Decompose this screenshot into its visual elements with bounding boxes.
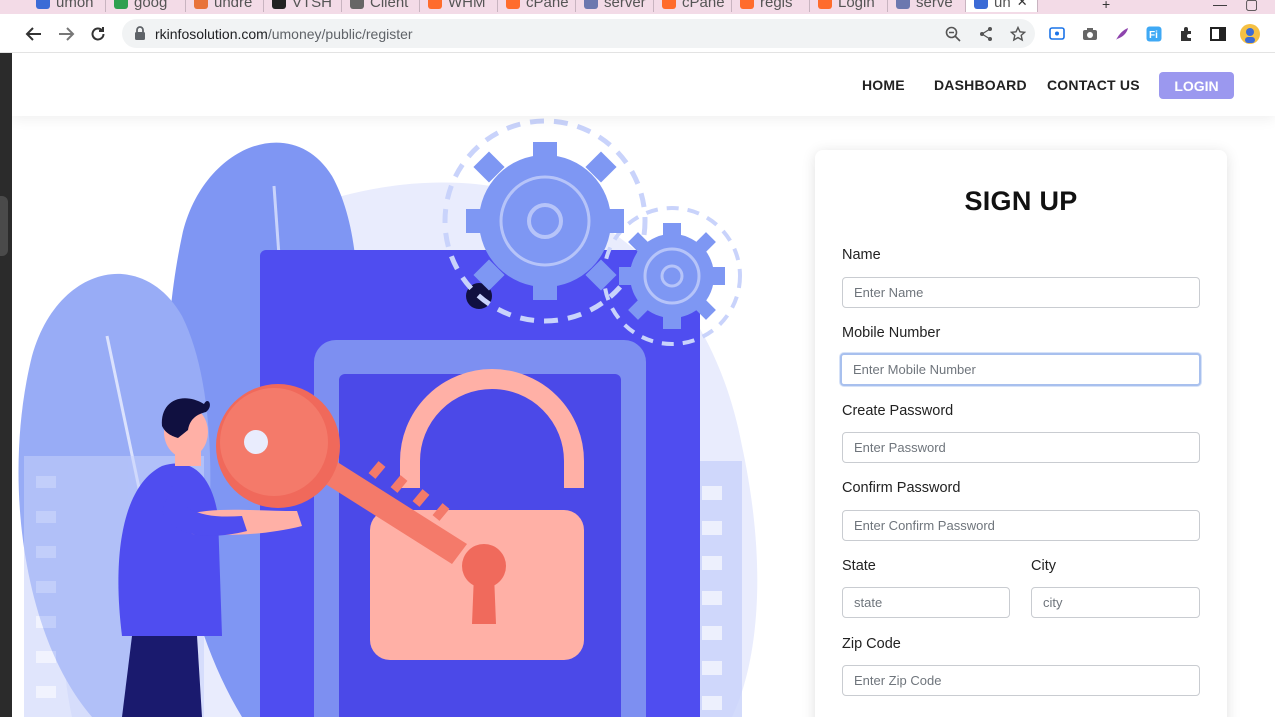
browser-tab[interactable]: server: [576, 0, 654, 12]
tab-title: undre: [214, 0, 253, 11]
browser-tab[interactable]: umon: [28, 0, 106, 12]
state-input[interactable]: state: [842, 587, 1010, 618]
reload-icon: [91, 27, 105, 41]
tab-title: server: [604, 0, 646, 11]
tab-favicon-icon: [272, 0, 286, 9]
browser-tab[interactable]: WHM: [420, 0, 498, 12]
url-text: rkinfosolution.com/umoney/public/registe…: [155, 26, 413, 42]
reload-button[interactable]: [86, 22, 110, 46]
password-input[interactable]: Enter Password: [842, 432, 1200, 463]
name-input[interactable]: Enter Name: [842, 277, 1200, 308]
browser-tab-strip: umon goog undre VTSH Client WHM cPane server cPa…: [0, 0, 1275, 14]
extension-screen-icon[interactable]: [1048, 25, 1066, 43]
back-button[interactable]: [22, 22, 46, 46]
tab-title: un: [994, 0, 1011, 11]
city-input[interactable]: city: [1031, 587, 1200, 618]
puzzle-icon[interactable]: [1177, 25, 1195, 43]
new-tab-icon[interactable]: +: [1102, 0, 1110, 12]
tab-close-icon[interactable]: ✕: [1017, 0, 1028, 10]
tab-title: umon: [56, 0, 94, 11]
browser-tab[interactable]: undre: [186, 0, 264, 12]
tab-title: VTSH: [292, 0, 333, 11]
browser-tab[interactable]: Login: [810, 0, 888, 12]
tab-title: cPane: [682, 0, 725, 11]
web-page: HOME DASHBOARD CONTACT US LOGIN SIGN UP …: [12, 53, 1275, 717]
gear-small: [619, 223, 725, 329]
tab-favicon-icon: [896, 0, 910, 9]
browser-tab[interactable]: un ✕: [966, 0, 1038, 12]
tab-favicon-icon: [350, 0, 364, 9]
browser-tab[interactable]: goog: [106, 0, 186, 12]
zip-input[interactable]: Enter Zip Code: [842, 665, 1200, 696]
tab-favicon-icon: [114, 0, 128, 9]
tab-favicon-icon: [974, 0, 988, 9]
tab-title: goog: [134, 0, 168, 11]
browser-tab[interactable]: VTSH: [264, 0, 342, 12]
security-illustration: [18, 118, 758, 717]
mobile-input[interactable]: Enter Mobile Number: [840, 353, 1201, 386]
state-label: State: [842, 558, 876, 574]
forward-button[interactable]: [54, 22, 78, 46]
camera-icon[interactable]: [1081, 25, 1099, 43]
tab-favicon-icon: [428, 0, 442, 9]
share-icon[interactable]: [978, 26, 994, 42]
minimize-icon[interactable]: —: [1213, 0, 1227, 12]
browser-tab[interactable]: cPane: [498, 0, 576, 12]
confirm-password-input[interactable]: Enter Confirm Password: [842, 510, 1200, 541]
tab-favicon-icon: [194, 0, 208, 9]
tab-favicon-icon: [740, 0, 754, 9]
confirm-password-label: Confirm Password: [842, 480, 961, 496]
signup-card: SIGN UP Name Enter Name Mobile Number En…: [815, 150, 1227, 717]
browser-tab[interactable]: cPane: [654, 0, 732, 12]
nav-contact-link[interactable]: CONTACT US: [1047, 77, 1140, 93]
arrow-left-icon: [25, 27, 41, 41]
tab-title: cPane: [526, 0, 569, 11]
tab-favicon-icon: [584, 0, 598, 9]
login-button[interactable]: LOGIN: [1159, 72, 1234, 99]
zip-label: Zip Code: [842, 636, 901, 652]
svg-text:Fi: Fi: [1149, 30, 1158, 41]
tab-favicon-icon: [818, 0, 832, 9]
feather-icon[interactable]: [1113, 25, 1131, 43]
name-label: Name: [842, 247, 881, 263]
fi-extension-icon[interactable]: Fi: [1145, 25, 1163, 43]
desktop-edge: [0, 53, 12, 717]
tab-title: serve: [916, 0, 953, 11]
arrow-right-icon: [59, 27, 75, 41]
maximize-icon[interactable]: ▢: [1245, 0, 1258, 13]
site-navbar: HOME DASHBOARD CONTACT US LOGIN: [12, 53, 1275, 116]
lock-icon: [135, 26, 145, 40]
tab-title: WHM: [448, 0, 486, 11]
browser-tab[interactable]: serve: [888, 0, 966, 12]
tab-favicon-icon: [662, 0, 676, 9]
profile-avatar[interactable]: [1240, 24, 1260, 44]
gear-large: [466, 142, 624, 300]
browser-tab[interactable]: regis: [732, 0, 810, 12]
tab-title: regis: [760, 0, 793, 11]
tab-favicon-icon: [36, 0, 50, 9]
signup-title: SIGN UP: [964, 186, 1078, 216]
browser-tab[interactable]: Client: [342, 0, 420, 12]
tab-favicon-icon: [506, 0, 520, 9]
tab-title: Client: [370, 0, 409, 11]
building-right: [694, 461, 742, 717]
nav-dashboard-link[interactable]: DASHBOARD: [934, 77, 1027, 93]
bookmark-star-icon[interactable]: [1010, 26, 1026, 42]
browser-toolbar: rkinfosolution.com/umoney/public/registe…: [0, 14, 1275, 53]
nav-home-link[interactable]: HOME: [862, 77, 905, 93]
zoom-icon[interactable]: [945, 26, 961, 42]
mobile-label: Mobile Number: [842, 325, 941, 341]
dock-handle: [0, 196, 8, 256]
tab-title: Login: [838, 0, 875, 11]
side-panel-icon[interactable]: [1209, 25, 1227, 43]
password-label: Create Password: [842, 403, 954, 419]
city-label: City: [1031, 558, 1056, 574]
address-bar[interactable]: rkinfosolution.com/umoney/public/registe…: [122, 19, 1035, 48]
